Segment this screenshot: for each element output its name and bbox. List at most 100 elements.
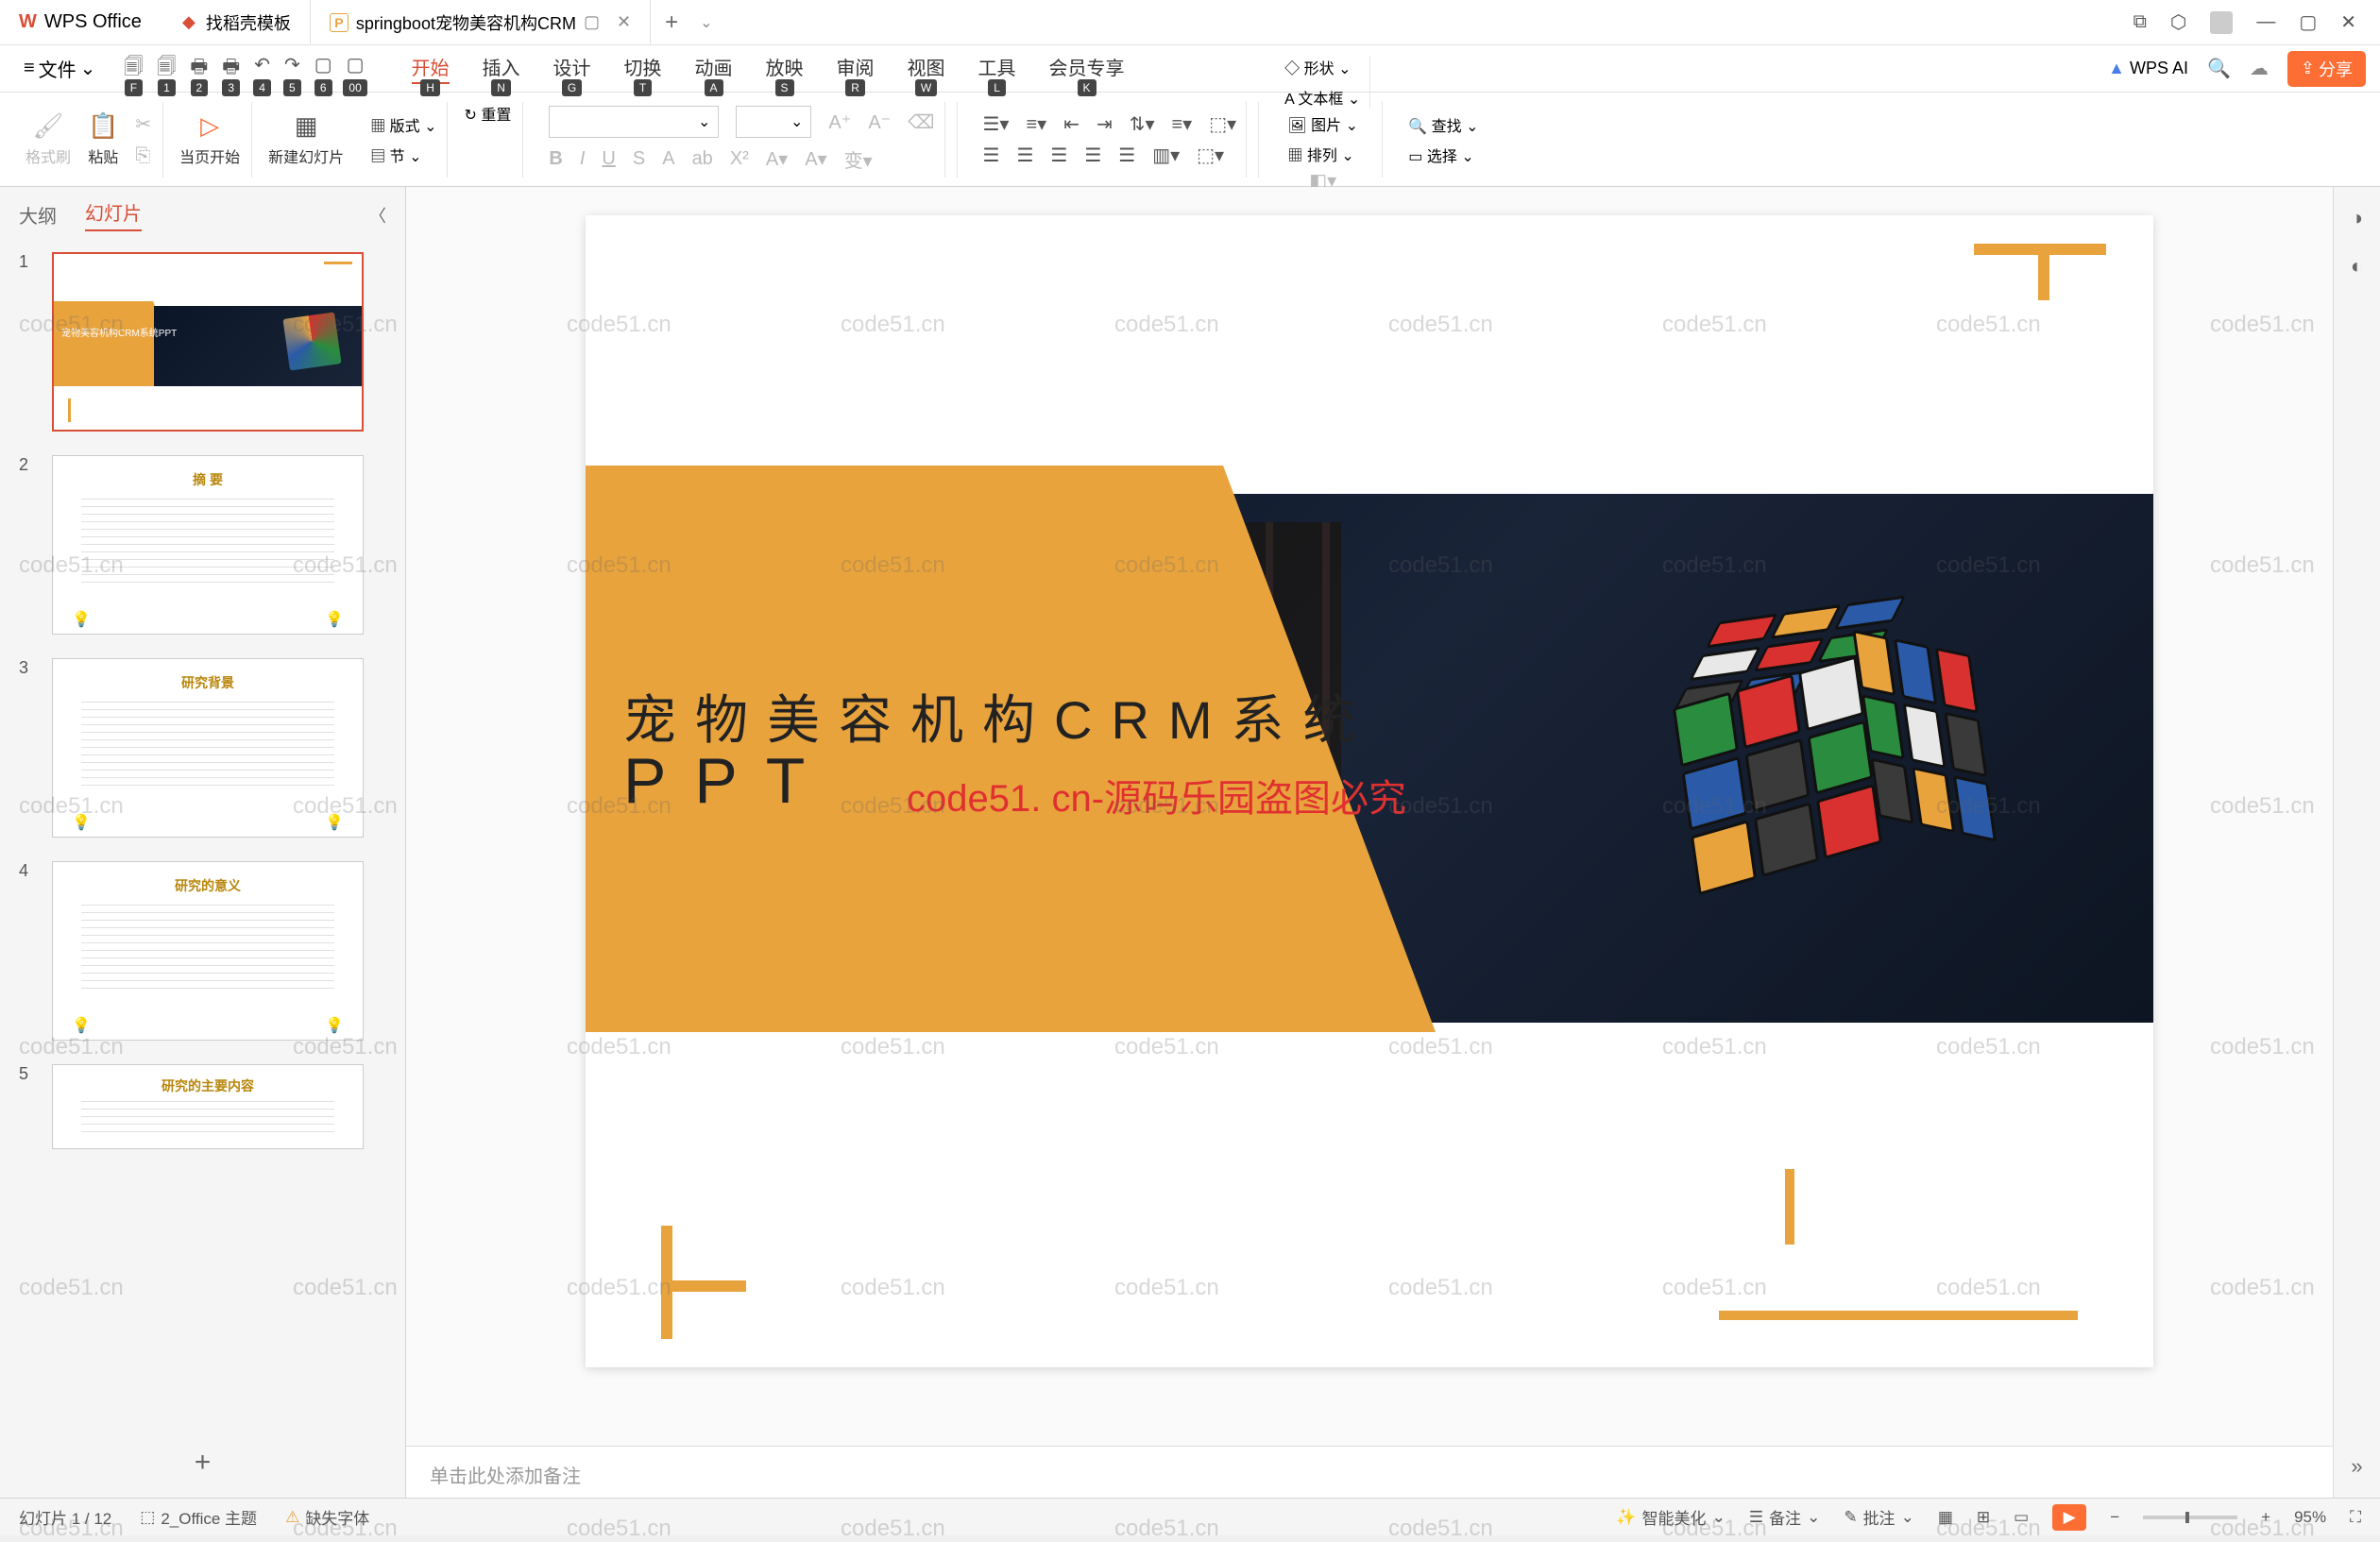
zoom-in-icon[interactable]: + [2261,1508,2270,1527]
find-button[interactable]: 🔍 查找 ⌄ [1408,113,1478,136]
smart-beautify-button[interactable]: ✨智能美化 ⌄ [1616,1505,1725,1529]
layout-button[interactable]: ▦ 版式 ⌄ [370,113,436,136]
slides-tab[interactable]: 幻灯片 [85,198,142,231]
superscript-icon[interactable]: X² [730,148,749,170]
slide-thumbnail[interactable]: 1 宠物美容机构CRM系统PPT [19,252,386,432]
font-color-icon[interactable]: A▾ [766,147,788,171]
highlight-icon[interactable]: ab [692,148,713,170]
redo-icon[interactable]: ↷ [284,53,300,76]
tab-transition[interactable]: 切换T [624,53,662,84]
distribute-icon[interactable]: ☰ [1118,144,1135,167]
strikethrough-icon[interactable]: S [633,148,645,170]
shape-button[interactable]: ◇ 形状 ⌄ [1284,56,1360,78]
rail-icon[interactable]: ◐ [2351,254,2363,279]
missing-font-warning[interactable]: ⚠缺失字体 [285,1505,369,1529]
tab-view[interactable]: 视图W [908,53,945,84]
add-slide-button[interactable]: + [0,1428,405,1498]
textbox-button[interactable]: A 文本框 ⌄ [1284,86,1360,109]
tab-start[interactable]: 开始H [412,53,450,84]
tab-document[interactable]: P springboot宠物美容机构CRM ▢ ✕ [311,0,651,44]
slide-canvas[interactable]: 宠物美容机构CRM系统 PPT code51. cn-源码乐园盗图必究 [586,215,2153,1367]
quick-icon[interactable]: ▢ [347,53,365,76]
quick-icon[interactable]: ▢ [314,53,332,76]
collapse-panel-icon[interactable]: 〈 [369,203,386,228]
share-button[interactable]: ⇪ 分享 [2287,51,2366,87]
align-right-icon[interactable]: ☰ [1050,144,1067,167]
comments-toggle[interactable]: ✎批注 ⌄ [1844,1505,1914,1529]
reset-button[interactable]: ↻ 重置 [465,102,512,125]
picture-button[interactable]: 🖼 图片 ⌄ [1287,112,1358,135]
slide-thumbnail[interactable]: 5 研究的主要内容 [19,1064,386,1149]
text-fill-icon[interactable]: A▾ [805,147,826,171]
paste-button[interactable]: 📋粘贴 [88,111,118,167]
bold-icon[interactable]: B [549,148,562,170]
copy-icon[interactable]: ⎘ [135,145,151,167]
align-top-icon[interactable]: ⬚▾ [1209,112,1236,136]
slide-thumbnail[interactable]: 2 摘 要 💡 💡 [19,455,386,635]
increase-indent-icon[interactable]: ⇥ [1096,112,1113,136]
maximize-icon[interactable]: ▢ [2299,10,2317,34]
font-family-combo[interactable]: ⌄ [549,106,719,138]
increase-font-icon[interactable]: A⁺ [828,110,851,134]
decrease-indent-icon[interactable]: ⇤ [1063,112,1080,136]
play-from-current-button[interactable]: ▷当页开始 [179,111,240,167]
new-slide-button[interactable]: ▦新建幻灯片 [268,111,344,167]
user-avatar-icon[interactable] [2210,11,2233,34]
tab-slideshow[interactable]: 放映S [766,53,804,84]
add-tab-button[interactable]: + [651,9,692,36]
text-effect-icon[interactable]: A [662,148,674,170]
rail-icon[interactable]: ◑ [2351,206,2363,230]
outline-tab[interactable]: 大纲 [19,201,57,229]
close-tab-icon[interactable]: ✕ [617,12,631,32]
smartart-icon[interactable]: ⬚▾ [1197,144,1224,167]
slide-thumbnail[interactable]: 3 研究背景 💡 💡 [19,658,386,838]
align-left-icon[interactable]: ☰ [983,144,1000,167]
close-window-icon[interactable]: ✕ [2340,10,2356,34]
slideshow-button[interactable]: ▶ [2052,1504,2086,1531]
slide-thumbnail[interactable]: 4 研究的意义 💡 💡 [19,861,386,1041]
cut-icon[interactable]: ✂ [135,112,151,136]
file-menu[interactable]: ≡ 文件 ⌄ [14,50,105,87]
bullet-list-icon[interactable]: ☰▾ [983,112,1010,136]
format-brush-button[interactable]: 🖌格式刷 [26,111,71,167]
pinyin-icon[interactable]: 变▾ [844,145,873,173]
wps-ai-button[interactable]: ▲ WPS AI [2108,59,2188,78]
tab-design[interactable]: 设计G [553,53,591,84]
notes-input[interactable]: 单击此处添加备注 [406,1446,2333,1498]
sorter-view-icon[interactable]: ⊞ [1977,1508,1990,1527]
zoom-slider[interactable] [2143,1516,2237,1519]
undo-icon[interactable]: ↶ [254,53,270,76]
fit-window-icon[interactable]: ⛶ [2350,1508,2361,1527]
app-logo[interactable]: W WPS Office [0,11,161,33]
notes-toggle[interactable]: ☰备注 ⌄ [1749,1505,1821,1529]
font-size-combo[interactable]: ⌄ [736,106,811,138]
search-icon[interactable]: 🔍 [2207,57,2231,80]
normal-view-icon[interactable]: ▦ [1938,1508,1953,1527]
section-button[interactable]: ▤ 节 ⌄ [370,144,436,166]
theme-indicator[interactable]: ⬚2_Office 主题 [140,1505,257,1529]
canvas-scroll[interactable]: 宠物美容机构CRM系统 PPT code51. cn-源码乐园盗图必究 [406,187,2333,1446]
clear-format-icon[interactable]: ⌫ [908,110,934,134]
slides-list[interactable]: 1 宠物美容机构CRM系统PPT 2 摘 要 💡 💡 [0,243,405,1428]
tab-insert[interactable]: 插入N [483,53,520,84]
line-spacing-icon[interactable]: ≡▾ [1172,112,1193,136]
tab-animation[interactable]: 动画A [695,53,733,84]
zoom-out-icon[interactable]: − [2110,1508,2119,1527]
underline-icon[interactable]: U [602,148,615,170]
reading-view-icon[interactable]: ▭ [2014,1508,2029,1527]
number-list-icon[interactable]: ≡▾ [1026,112,1046,136]
window-copy-icon[interactable]: ⧉ [2134,11,2147,33]
cube-icon[interactable]: ⬡ [2170,10,2186,34]
tab-review[interactable]: 审阅R [837,53,875,84]
minimize-icon[interactable]: — [2256,11,2275,33]
tab-tools[interactable]: 工具L [978,53,1016,84]
zoom-level[interactable]: 95% [2294,1508,2326,1527]
columns-icon[interactable]: ▥▾ [1152,144,1180,167]
text-direction-icon[interactable]: ⇅▾ [1130,112,1155,136]
arrange-button[interactable]: ▦ 排列 ⌄ [1287,143,1358,165]
rail-expand-icon[interactable]: » [2351,1454,2362,1479]
align-center-icon[interactable]: ☰ [1016,144,1033,167]
presentation-mode-icon[interactable]: ▢ [584,12,600,32]
tab-member[interactable]: 会员专享K [1049,53,1125,84]
tab-menu-icon[interactable]: ⌄ [700,13,712,32]
